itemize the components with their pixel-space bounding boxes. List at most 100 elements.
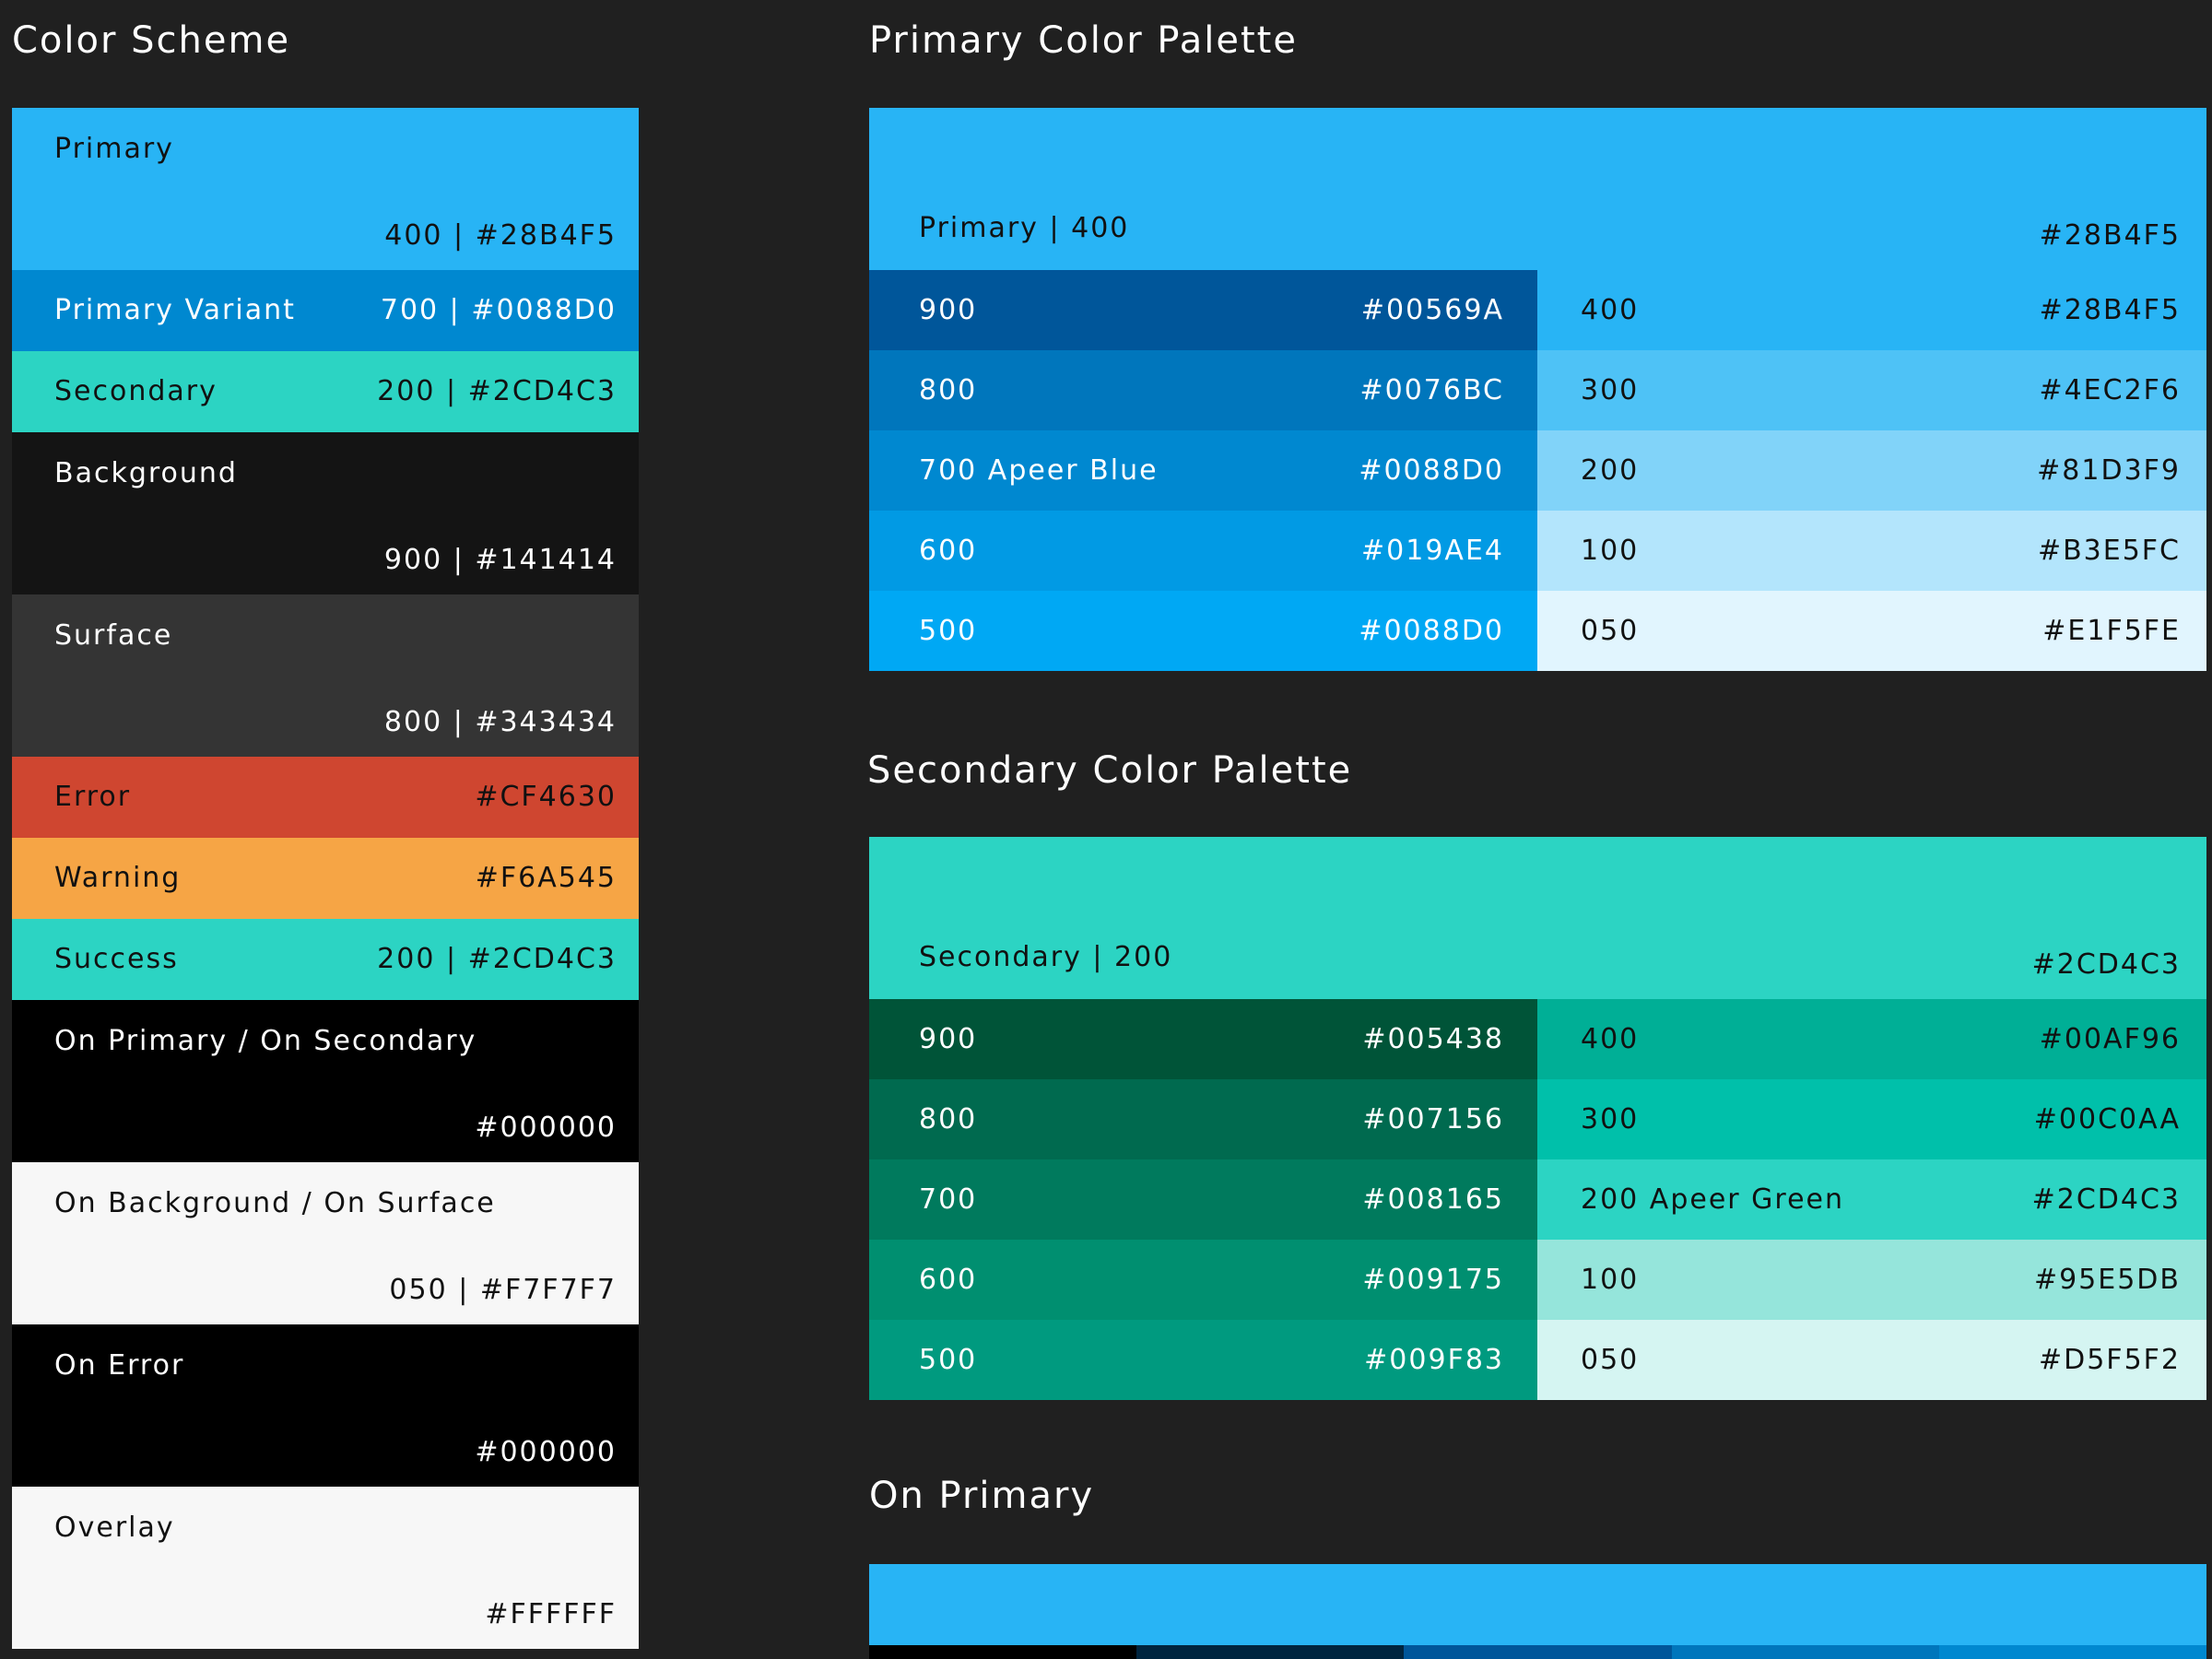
shade-level: 800 — [919, 373, 978, 406]
secondary-hero-name: Secondary | 200 — [919, 941, 1173, 973]
shade-level: 500 — [919, 1343, 978, 1376]
secondary-palette-title: Secondary Color Palette — [867, 749, 1353, 792]
swatch-success[interactable]: Success 200 | #2CD4C3 — [12, 919, 639, 1000]
shade-hex: #00C0AA — [2033, 1102, 2181, 1135]
swatch-code: #CF4630 — [475, 781, 617, 813]
swatch-name: On Background / On Surface — [54, 1187, 496, 1219]
shade-level: 600 — [919, 1263, 978, 1296]
shade-hex: #0088D0 — [1359, 453, 1504, 487]
swatch-code: #F6A545 — [475, 862, 617, 894]
on-primary-strip-segment — [1136, 1645, 1405, 1659]
swatch-primary-variant[interactable]: Primary Variant 700 | #0088D0 — [12, 270, 639, 351]
swatch-on-error[interactable]: On Error #000000 — [12, 1324, 639, 1487]
secondary-color-palette: Secondary | 200 #2CD4C3 900 #005438 800 #00… — [869, 837, 2206, 1400]
swatch-name: Primary Variant — [54, 294, 296, 326]
primary-hero-code: #28B4F5 — [2039, 219, 2181, 252]
swatch-on-primary-on-secondary[interactable]: On Primary / On Secondary #000000 — [12, 1000, 639, 1162]
swatch-name: Overlay — [54, 1512, 175, 1544]
shade-hex: #00569A — [1360, 293, 1504, 326]
shade-hex: #28B4F5 — [2039, 293, 2181, 326]
secondary-palette-shade-500[interactable]: 500 #009F83 — [869, 1320, 1537, 1400]
swatch-name: Surface — [54, 619, 173, 652]
shade-hex: #81D3F9 — [2037, 453, 2181, 487]
shade-level: 400 — [1581, 1022, 1640, 1055]
secondary-light-shades: 400 #00AF96 300 #00C0AA 200 Apeer Green #2CD4… — [1537, 999, 2206, 1400]
secondary-palette-shade-200[interactable]: 200 Apeer Green #2CD4C3 — [1537, 1159, 2206, 1240]
shade-hex: #4EC2F6 — [2039, 373, 2181, 406]
secondary-palette-hero[interactable]: Secondary | 200 #2CD4C3 — [869, 837, 2206, 999]
shade-hex: #019AE4 — [1361, 534, 1504, 567]
secondary-palette-shade-600[interactable]: 600 #009175 — [869, 1240, 1537, 1320]
shade-hex: #2CD4C3 — [2031, 1182, 2181, 1216]
swatch-code: 050 | #F7F7F7 — [389, 1274, 617, 1306]
primary-palette-shade-900[interactable]: 900 #00569A — [869, 270, 1537, 350]
swatch-code: #000000 — [475, 1436, 617, 1468]
primary-palette-shade-700[interactable]: 700 Apeer Blue #0088D0 — [869, 430, 1537, 511]
shade-hex: #009175 — [1362, 1263, 1504, 1296]
shade-level: 200 — [1581, 453, 1640, 487]
primary-color-palette: Primary | 400 #28B4F5 900 #00569A 800 #0076… — [869, 108, 2206, 671]
primary-palette-shade-200[interactable]: 200 #81D3F9 — [1537, 430, 2206, 511]
swatch-warning[interactable]: Warning #F6A545 — [12, 838, 639, 919]
shade-hex: #95E5DB — [2033, 1263, 2181, 1296]
primary-palette-shade-500[interactable]: 500 #0088D0 — [869, 591, 1537, 671]
primary-palette-shade-050[interactable]: 050 #E1F5FE — [1537, 591, 2206, 671]
shade-hex: #005438 — [1362, 1022, 1504, 1055]
shade-hex: #B3E5FC — [2037, 534, 2181, 567]
swatch-code: 700 | #0088D0 — [380, 294, 617, 326]
shade-level: 100 — [1581, 1263, 1640, 1296]
on-primary-strip-segment — [1671, 1645, 1939, 1659]
swatch-name: Success — [54, 943, 179, 975]
on-primary-swatch[interactable] — [869, 1564, 2206, 1645]
shade-hex: #007156 — [1362, 1102, 1504, 1135]
swatch-overlay[interactable]: Overlay #FFFFFF — [12, 1487, 639, 1649]
primary-palette-title: Primary Color Palette — [869, 19, 1298, 62]
shade-level: 500 — [919, 614, 978, 647]
swatch-background[interactable]: Background 900 | #141414 — [12, 432, 639, 594]
on-primary-title: On Primary — [869, 1475, 1095, 1517]
primary-dark-shades: 900 #00569A 800 #0076BC 700 Apeer Blue #0088D… — [869, 270, 1537, 671]
shade-level: 700 Apeer Blue — [919, 453, 1159, 487]
secondary-palette-shade-900[interactable]: 900 #005438 — [869, 999, 1537, 1079]
primary-palette-shade-800[interactable]: 800 #0076BC — [869, 350, 1537, 430]
shade-hex: #D5F5F2 — [2038, 1343, 2181, 1376]
primary-palette-shade-400[interactable]: 400 #28B4F5 — [1537, 270, 2206, 350]
swatch-error[interactable]: Error #CF4630 — [12, 757, 639, 838]
secondary-palette-shade-400[interactable]: 400 #00AF96 — [1537, 999, 2206, 1079]
secondary-palette-shade-700[interactable]: 700 #008165 — [869, 1159, 1537, 1240]
on-primary-strip-segment — [869, 1645, 1137, 1659]
shade-level: 050 — [1581, 614, 1640, 647]
secondary-palette-shade-100[interactable]: 100 #95E5DB — [1537, 1240, 2206, 1320]
secondary-hero-code: #2CD4C3 — [2031, 948, 2181, 981]
shade-level: 400 — [1581, 293, 1640, 326]
shade-level: 200 Apeer Green — [1581, 1182, 1844, 1216]
swatch-name: On Error — [54, 1349, 185, 1382]
shade-level: 700 — [919, 1182, 978, 1216]
swatch-primary[interactable]: Primary 400 | #28B4F5 — [12, 108, 639, 270]
shade-level: 300 — [1581, 373, 1640, 406]
swatch-code: #000000 — [475, 1112, 617, 1144]
secondary-palette-shade-050[interactable]: 050 #D5F5F2 — [1537, 1320, 2206, 1400]
secondary-dark-shades: 900 #005438 800 #007156 700 #008165 600 #009175… — [869, 999, 1537, 1400]
secondary-palette-shade-300[interactable]: 300 #00C0AA — [1537, 1079, 2206, 1159]
primary-hero-name: Primary | 400 — [919, 212, 1130, 244]
shade-hex: #E1F5FE — [2042, 614, 2181, 647]
swatch-on-background-on-surface[interactable]: On Background / On Surface 050 | #F7F7F7 — [12, 1162, 639, 1324]
shade-level: 300 — [1581, 1102, 1640, 1135]
shade-hex: #009F83 — [1364, 1343, 1504, 1376]
shade-level: 900 — [919, 1022, 978, 1055]
secondary-palette-shade-800[interactable]: 800 #007156 — [869, 1079, 1537, 1159]
swatch-code: 200 | #2CD4C3 — [377, 375, 617, 407]
primary-palette-shade-300[interactable]: 300 #4EC2F6 — [1537, 350, 2206, 430]
swatch-secondary[interactable]: Secondary 200 | #2CD4C3 — [12, 351, 639, 432]
on-primary-strip — [869, 1645, 2207, 1659]
swatch-code: 400 | #28B4F5 — [384, 219, 617, 252]
swatch-surface[interactable]: Surface 800 | #343434 — [12, 594, 639, 757]
primary-palette-shade-100[interactable]: 100 #B3E5FC — [1537, 511, 2206, 591]
shade-level: 900 — [919, 293, 978, 326]
swatch-code: 200 | #2CD4C3 — [377, 943, 617, 975]
primary-palette-hero[interactable]: Primary | 400 #28B4F5 — [869, 108, 2206, 270]
shade-level: 050 — [1581, 1343, 1640, 1376]
primary-palette-shade-600[interactable]: 600 #019AE4 — [869, 511, 1537, 591]
swatch-name: On Primary / On Secondary — [54, 1025, 477, 1057]
